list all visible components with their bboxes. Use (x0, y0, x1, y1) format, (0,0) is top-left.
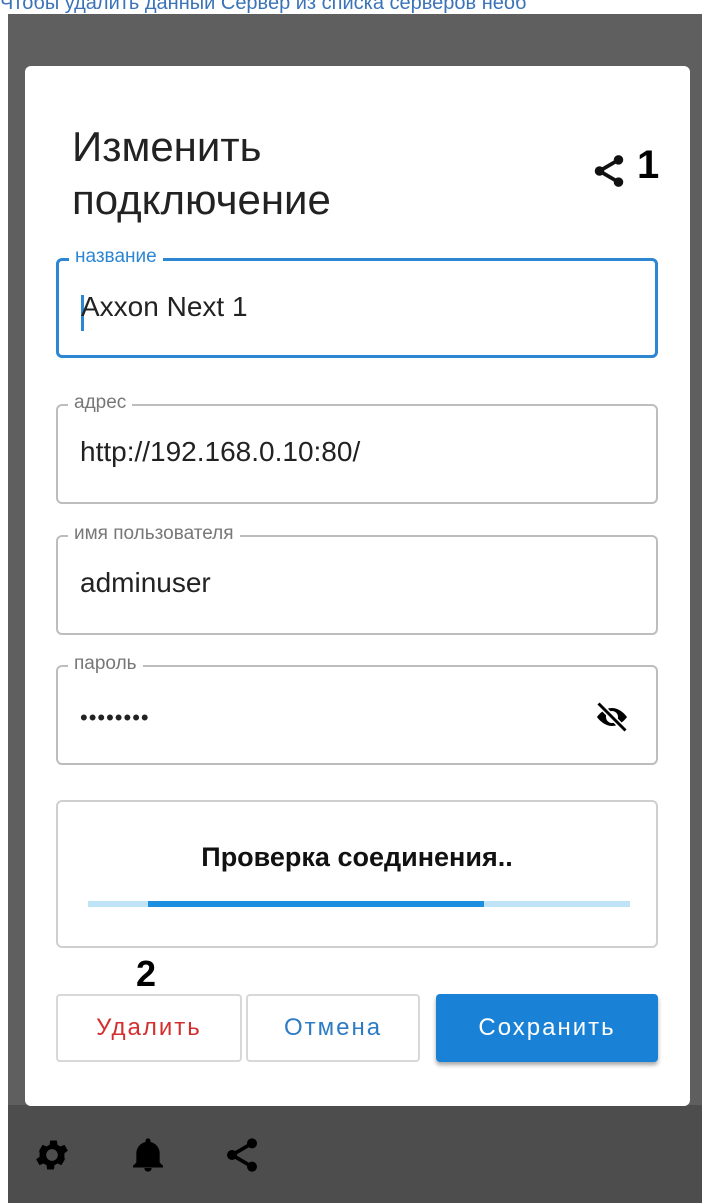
bottom-toolbar (8, 1105, 702, 1203)
doc-caption: Чтобы удалить данный Сервер из списка се… (0, 0, 702, 14)
connection-check-card: Проверка соединения.. (56, 800, 658, 948)
username-field-value[interactable]: adminuser (80, 567, 211, 599)
name-field[interactable]: название Axxon Next 1 (56, 246, 658, 358)
dialog-title: Изменить подключение (72, 123, 331, 223)
name-field-value[interactable]: Axxon Next 1 (81, 291, 248, 323)
password-field-label: пароль (68, 653, 143, 675)
eye-off-icon[interactable] (592, 699, 632, 735)
delete-button[interactable]: Удалить (56, 994, 242, 1062)
cancel-button[interactable]: Отмена (246, 994, 420, 1062)
connection-progress-bar (88, 901, 630, 907)
save-button[interactable]: Сохранить (436, 994, 658, 1062)
bell-icon[interactable] (128, 1135, 168, 1175)
share-icon[interactable] (222, 1135, 262, 1175)
address-field-label: адрес (68, 392, 133, 414)
share-icon[interactable] (590, 152, 628, 190)
gear-icon[interactable] (32, 1135, 72, 1175)
name-field-label: название (69, 246, 163, 268)
username-field[interactable]: имя пользователя adminuser (56, 523, 658, 635)
annotation-marker-1: 1 (637, 143, 660, 187)
doc-caption-text: Чтобы удалить данный Сервер из списка се… (0, 0, 527, 14)
username-field-label: имя пользователя (68, 523, 240, 545)
password-field[interactable]: пароль •••••••• (56, 653, 658, 765)
connection-progress-fill (147, 901, 484, 907)
address-field[interactable]: адрес http://192.168.0.10:80/ (56, 392, 658, 504)
address-field-value[interactable]: http://192.168.0.10:80/ (80, 436, 360, 468)
password-field-value[interactable]: •••••••• (80, 705, 150, 731)
connection-check-status: Проверка соединения.. (201, 842, 513, 872)
annotation-marker-2: 2 (136, 953, 157, 994)
